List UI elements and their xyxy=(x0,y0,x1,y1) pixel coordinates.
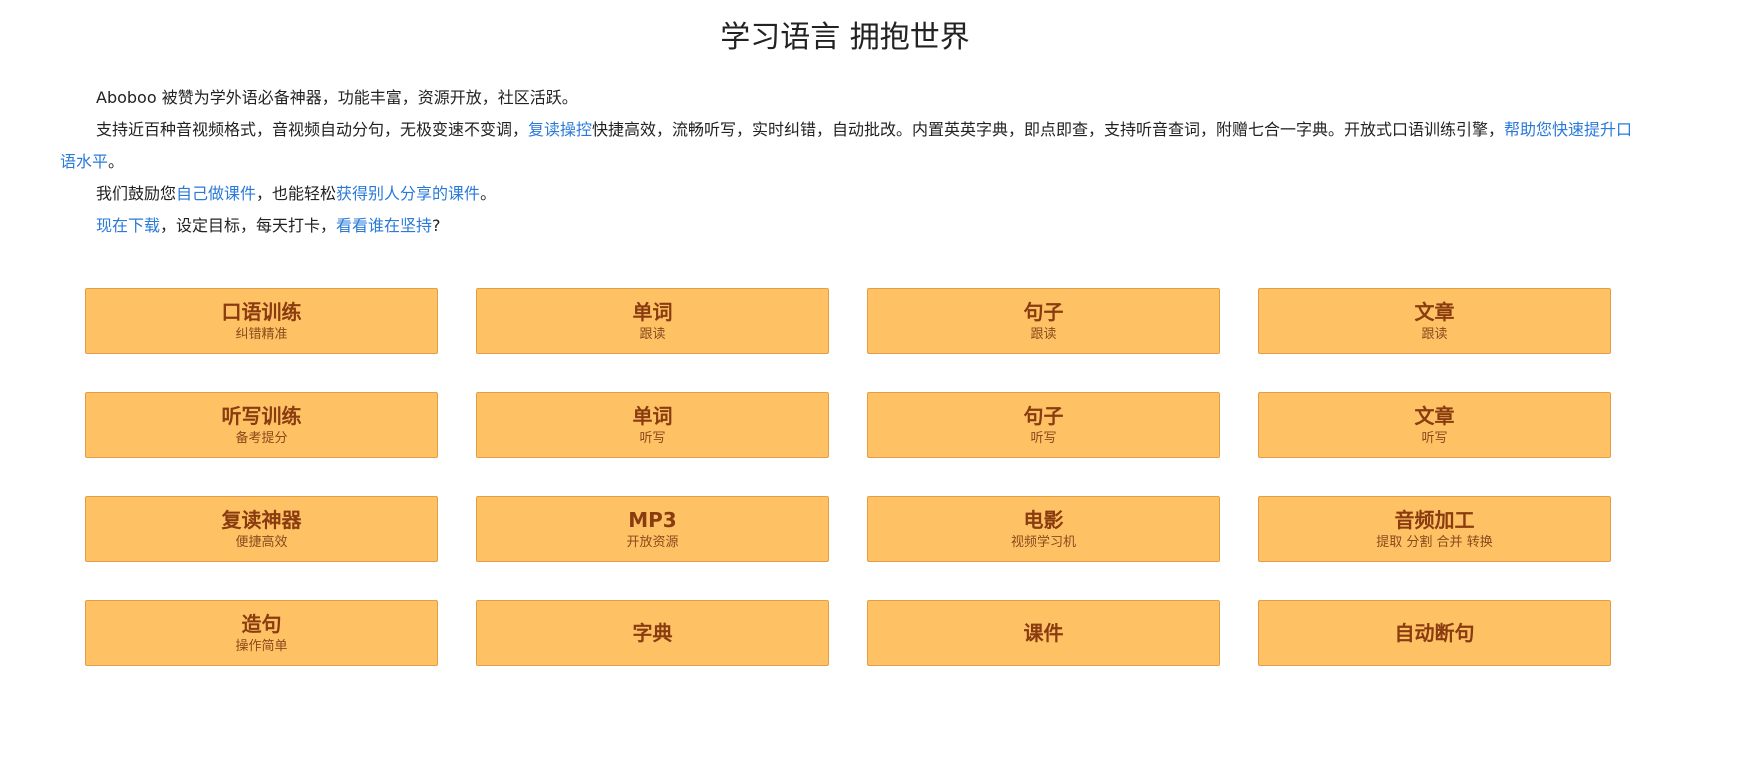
feature-title: 句子 xyxy=(1023,403,1064,428)
feature-title: 自动断句 xyxy=(1394,621,1475,645)
intro-line-3-text-a: 我们鼓励您 xyxy=(96,184,177,203)
repeat-control-link[interactable]: 复读操控 xyxy=(528,120,592,139)
feature-card-article-dictation[interactable]: 文章 听写 xyxy=(1258,392,1611,458)
make-courseware-link[interactable]: 自己做课件 xyxy=(176,184,256,203)
feature-card-auto-segment[interactable]: 自动断句 xyxy=(1258,600,1611,666)
feature-card-audio-processing[interactable]: 音频加工 提取 分割 合并 转换 xyxy=(1258,496,1611,562)
feature-title: MP3 xyxy=(628,507,677,532)
page-title: 学习语言 拥抱世界 xyxy=(720,20,970,55)
feature-card-movie[interactable]: 电影 视频学习机 xyxy=(867,496,1220,562)
intro-line-2-text-b: 快捷高效，流畅听写，实时纠错，自动批改。内置英英字典，即点即查，支持听音查词，附… xyxy=(592,120,1505,139)
feature-subtitle: 便捷高效 xyxy=(235,534,288,550)
feature-title: 造句 xyxy=(241,611,282,636)
intro-line-4: 现在下载，设定目标，每天打卡，看看谁在坚持? xyxy=(60,210,1638,242)
feature-subtitle: 听写 xyxy=(639,430,666,446)
feature-card-word-dictation[interactable]: 单词 听写 xyxy=(476,392,829,458)
feature-title: 文章 xyxy=(1414,403,1455,428)
feature-subtitle: 开放资源 xyxy=(626,534,679,550)
feature-title: 口语训练 xyxy=(221,299,302,324)
intro-line-1: Aboboo 被赞为学外语必备神器，功能丰富，资源开放，社区活跃。 xyxy=(60,82,1638,114)
feature-title: 课件 xyxy=(1023,621,1064,645)
shared-courseware-link[interactable]: 获得别人分享的课件 xyxy=(336,184,480,203)
feature-card-repeater[interactable]: 复读神器 便捷高效 xyxy=(85,496,438,562)
feature-subtitle: 提取 分割 合并 转换 xyxy=(1376,534,1493,550)
feature-card-mp3[interactable]: MP3 开放资源 xyxy=(476,496,829,562)
intro-line-3-text-c: 。 xyxy=(480,184,497,203)
intro-line-2-text-c: 。 xyxy=(108,152,125,171)
feature-subtitle: 视频学习机 xyxy=(1010,534,1076,550)
who-persists-link[interactable]: 看看谁在坚持 xyxy=(336,216,432,235)
feature-subtitle: 操作简单 xyxy=(235,638,288,654)
intro-line-2: 支持近百种音视频格式，音视频自动分句，无极变速不变调，复读操控快捷高效，流畅听写… xyxy=(60,114,1638,178)
feature-card-article-follow-read[interactable]: 文章 跟读 xyxy=(1258,288,1611,354)
feature-subtitle: 备考提分 xyxy=(235,430,288,446)
intro-line-3-text-b: ，也能轻松 xyxy=(256,184,337,203)
intro-line-4-text-b: ? xyxy=(432,216,441,235)
feature-grid: 口语训练 纠错精准 单词 跟读 句子 跟读 文章 跟读 听写训练 备考提分 单词… xyxy=(85,288,1611,666)
feature-card-word-follow-read[interactable]: 单词 跟读 xyxy=(476,288,829,354)
feature-title: 字典 xyxy=(632,621,673,645)
feature-subtitle: 听写 xyxy=(1030,430,1057,446)
feature-title: 单词 xyxy=(632,299,673,324)
feature-title: 文章 xyxy=(1414,299,1455,324)
feature-card-sentence-making[interactable]: 造句 操作简单 xyxy=(85,600,438,666)
intro-line-4-text-a: ，设定目标，每天打卡， xyxy=(160,216,337,235)
intro-line-1-text: Aboboo 被赞为学外语必备神器，功能丰富，资源开放，社区活跃。 xyxy=(96,88,578,107)
feature-card-dictation-training[interactable]: 听写训练 备考提分 xyxy=(85,392,438,458)
feature-subtitle: 纠错精准 xyxy=(235,326,288,342)
feature-card-dictionary[interactable]: 字典 xyxy=(476,600,829,666)
intro-line-2-text-a: 支持近百种音视频格式，音视频自动分句，无极变速不变调， xyxy=(96,120,529,139)
feature-subtitle: 跟读 xyxy=(639,326,666,342)
feature-card-sentence-dictation[interactable]: 句子 听写 xyxy=(867,392,1220,458)
feature-card-courseware[interactable]: 课件 xyxy=(867,600,1220,666)
intro-line-3: 我们鼓励您自己做课件，也能轻松获得别人分享的课件。 xyxy=(60,178,1638,210)
feature-card-sentence-follow-read[interactable]: 句子 跟读 xyxy=(867,288,1220,354)
feature-subtitle: 跟读 xyxy=(1421,326,1448,342)
feature-title: 句子 xyxy=(1023,299,1064,324)
feature-subtitle: 听写 xyxy=(1421,430,1448,446)
feature-title: 音频加工 xyxy=(1394,507,1475,532)
feature-subtitle: 跟读 xyxy=(1030,326,1057,342)
feature-title: 电影 xyxy=(1023,507,1064,532)
intro-text: Aboboo 被赞为学外语必备神器，功能丰富，资源开放，社区活跃。 支持近百种音… xyxy=(60,82,1638,242)
feature-title: 复读神器 xyxy=(221,507,302,532)
feature-title: 听写训练 xyxy=(221,403,302,428)
feature-title: 单词 xyxy=(632,403,673,428)
feature-card-speaking-training[interactable]: 口语训练 纠错精准 xyxy=(85,288,438,354)
download-link[interactable]: 现在下载 xyxy=(96,216,160,235)
